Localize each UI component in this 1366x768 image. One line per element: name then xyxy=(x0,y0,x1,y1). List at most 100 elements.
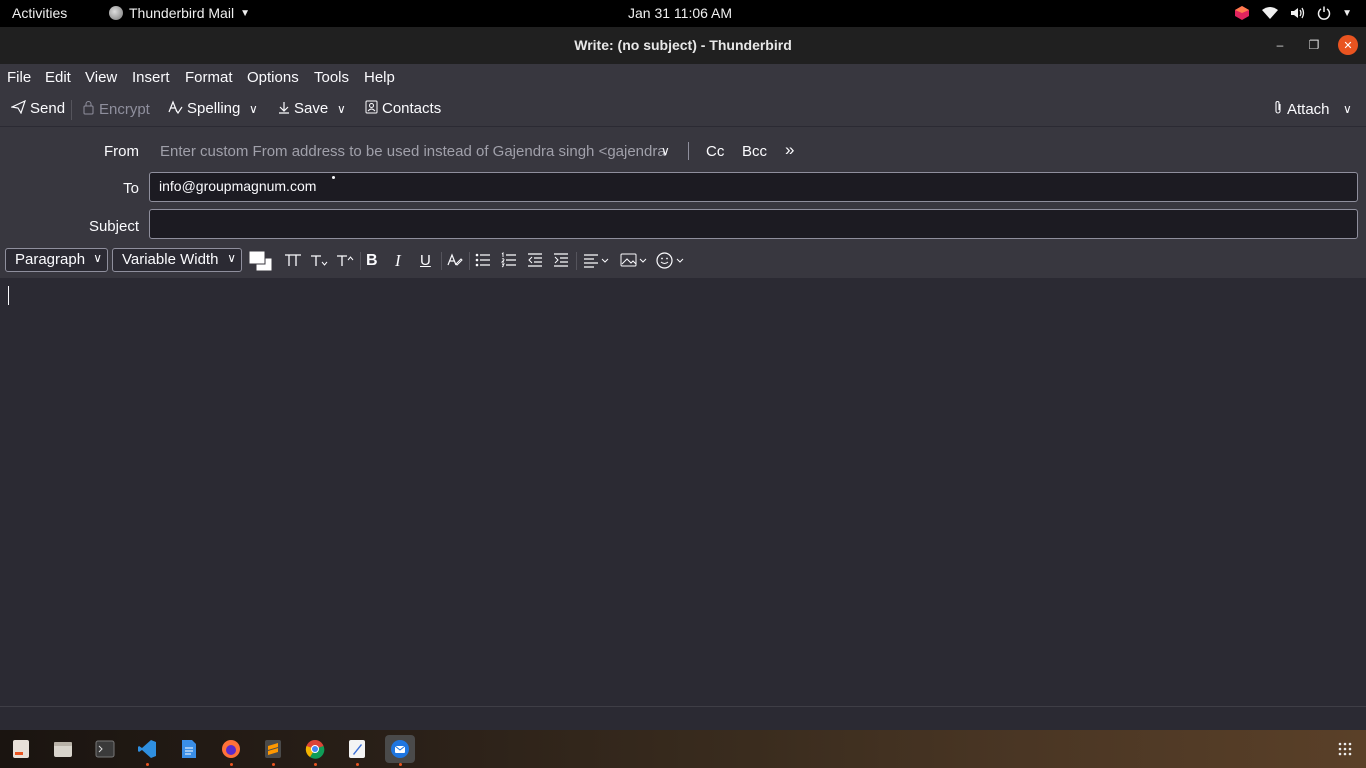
spelling-dropdown[interactable]: ∨ xyxy=(249,102,258,116)
insert-image-icon[interactable] xyxy=(620,252,648,272)
dock-document[interactable] xyxy=(175,735,203,763)
chrome-icon xyxy=(305,740,325,759)
bcc-button[interactable]: Bcc xyxy=(742,143,767,160)
window-title: Write: (no subject) - Thunderbird xyxy=(574,37,792,53)
text-cursor xyxy=(8,286,9,305)
text-style-icon[interactable] xyxy=(447,252,463,272)
bullet-list-icon[interactable] xyxy=(475,252,491,272)
menu-options[interactable]: Options xyxy=(247,69,299,86)
menu-edit[interactable]: Edit xyxy=(45,69,71,86)
font-size-larger-icon[interactable] xyxy=(336,252,354,272)
bold-icon[interactable]: B xyxy=(366,252,378,269)
app-grid-icon xyxy=(1338,742,1352,756)
menu-tools[interactable]: Tools xyxy=(314,69,349,86)
save-dropdown[interactable]: ∨ xyxy=(337,102,346,116)
send-icon xyxy=(9,99,27,117)
paragraph-format-value: Paragraph xyxy=(15,251,86,268)
numbered-list-icon[interactable] xyxy=(500,251,517,272)
italic-icon[interactable]: I xyxy=(395,252,401,269)
firefox-icon xyxy=(222,740,240,758)
cc-button[interactable]: Cc xyxy=(706,143,724,160)
subject-field[interactable] xyxy=(149,209,1358,239)
system-tray[interactable]: ▼ xyxy=(1234,3,1352,23)
dock-terminal[interactable] xyxy=(91,735,119,763)
more-recipients-icon[interactable]: » xyxy=(785,140,794,160)
taskbar xyxy=(0,730,1366,768)
running-indicator xyxy=(230,763,233,766)
dock-sublime[interactable] xyxy=(259,735,287,766)
app-menu[interactable]: Thunderbird Mail ▼ xyxy=(109,5,250,21)
lock-icon xyxy=(82,100,95,118)
dock-vscode[interactable] xyxy=(133,735,161,766)
minimize-button[interactable]: – xyxy=(1270,35,1290,55)
menu-help[interactable]: Help xyxy=(364,69,395,86)
spelling-button[interactable]: Spelling xyxy=(168,100,240,117)
running-indicator xyxy=(314,763,317,766)
contacts-button[interactable]: Contacts xyxy=(365,100,441,117)
format-separator xyxy=(441,252,442,270)
show-applications-button[interactable] xyxy=(1338,742,1352,761)
menu-insert[interactable]: Insert xyxy=(132,69,170,86)
font-size-smaller-icon[interactable] xyxy=(310,252,328,272)
clock[interactable]: Jan 31 11:06 AM xyxy=(628,5,732,21)
address-book-icon xyxy=(365,100,378,117)
running-indicator xyxy=(399,763,402,766)
menu-format[interactable]: Format xyxy=(185,69,233,86)
attach-dropdown[interactable]: ∨ xyxy=(1343,102,1352,116)
close-button[interactable]: ✕ xyxy=(1338,35,1358,55)
running-indicator xyxy=(272,763,275,766)
dock-text-editor[interactable] xyxy=(7,735,35,763)
indent-icon[interactable] xyxy=(553,252,569,272)
sublime-icon xyxy=(265,740,281,758)
font-select[interactable]: Variable Width ∨ xyxy=(112,248,242,272)
recipient-pill[interactable]: info@groupmagnum.com xyxy=(159,178,316,194)
app-indicator-icon[interactable] xyxy=(1234,5,1250,21)
font-size-reset-icon[interactable] xyxy=(284,252,302,272)
from-dropdown-chevron-icon[interactable]: ∨ xyxy=(661,144,670,158)
menu-file[interactable]: File xyxy=(7,69,31,86)
dock-files[interactable] xyxy=(49,735,77,763)
dock-chrome[interactable] xyxy=(301,735,329,766)
volume-icon xyxy=(1290,6,1306,20)
text-color-picker[interactable] xyxy=(248,250,274,277)
encrypt-label: Encrypt xyxy=(99,100,150,118)
send-button[interactable]: Send xyxy=(9,99,65,117)
message-body-editor[interactable] xyxy=(0,278,1366,706)
encrypt-button[interactable]: Encrypt xyxy=(82,100,150,118)
running-indicator xyxy=(146,763,149,766)
status-bar xyxy=(0,706,1366,730)
underline-icon[interactable]: U xyxy=(420,252,431,269)
format-separator xyxy=(360,252,361,270)
from-field[interactable]: Enter custom From address to be used ins… xyxy=(160,143,676,160)
app-menu-label: Thunderbird Mail xyxy=(129,5,235,21)
compose-headers: From Enter custom From address to be use… xyxy=(0,127,1366,243)
chevron-down-icon: ∨ xyxy=(93,251,102,265)
caret-down-icon: ▼ xyxy=(240,7,250,19)
format-separator xyxy=(469,252,470,270)
color-swatch-icon xyxy=(248,250,273,272)
dock-gedit[interactable] xyxy=(343,735,371,766)
menu-view[interactable]: View xyxy=(85,69,117,86)
emoji-icon[interactable] xyxy=(656,252,686,273)
attach-button[interactable]: Attach xyxy=(1273,100,1330,118)
dock-thunderbird[interactable] xyxy=(385,735,415,766)
header-separator xyxy=(688,142,689,160)
compose-toolbar: Send Encrypt Spelling ∨ Save ∨ Contacts … xyxy=(0,92,1366,127)
activities-button[interactable]: Activities xyxy=(12,5,67,21)
contacts-label: Contacts xyxy=(382,100,442,117)
paragraph-format-select[interactable]: Paragraph ∨ xyxy=(5,248,108,272)
chevron-down-icon: ∨ xyxy=(337,102,346,116)
outdent-icon[interactable] xyxy=(527,252,543,272)
paperclip-icon xyxy=(1273,100,1283,118)
maximize-button[interactable]: ❐ xyxy=(1304,35,1324,55)
files-icon xyxy=(54,742,72,757)
align-menu-icon[interactable] xyxy=(583,252,611,272)
dock-firefox[interactable] xyxy=(217,735,245,766)
window-title-bar: Write: (no subject) - Thunderbird – ❐ ✕ xyxy=(0,27,1366,64)
maximize-icon: ❐ xyxy=(1308,38,1320,52)
to-field[interactable]: info@groupmagnum.com xyxy=(149,172,1358,202)
attach-label: Attach xyxy=(1287,100,1330,118)
tray-menu-caret-icon: ▼ xyxy=(1342,7,1352,19)
close-icon: ✕ xyxy=(1343,39,1353,52)
save-button[interactable]: Save xyxy=(278,100,328,117)
